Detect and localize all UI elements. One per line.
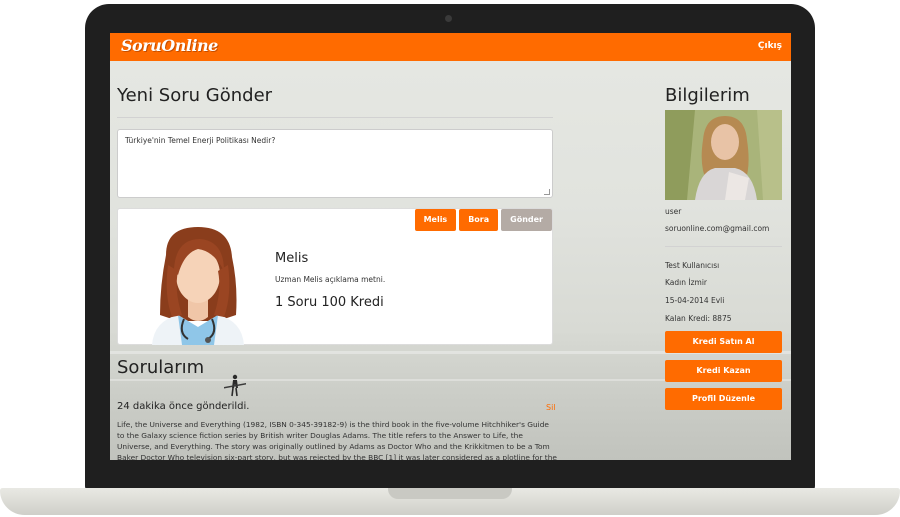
expert-price: 1 Soru 100 Kredi xyxy=(275,295,384,310)
background-surfer xyxy=(224,374,246,397)
buy-credit-button[interactable]: Kredi Satın Al xyxy=(665,331,782,353)
earn-credit-button[interactable]: Kredi Kazan xyxy=(665,360,782,382)
expert-avatar xyxy=(152,227,244,345)
top-navbar: SoruOnline Çıkış xyxy=(110,33,791,61)
my-questions-title: Sorularım xyxy=(117,357,205,378)
site-logo[interactable]: SoruOnline xyxy=(121,36,218,55)
profile-title: Bilgilerim xyxy=(665,85,750,106)
delete-question-link[interactable]: Sil xyxy=(546,403,556,412)
question-body: Life, the Universe and Everything (1982,… xyxy=(117,420,557,460)
question-text: Türkiye'nin Temel Enerji Politikası Nedi… xyxy=(125,136,276,145)
expert-name: Melis xyxy=(275,251,309,266)
profile-email: soruonline.com@gmail.com xyxy=(665,224,770,233)
profile-gender-city: Kadın İzmir xyxy=(665,278,707,287)
new-question-title: Yeni Soru Gönder xyxy=(117,85,273,106)
profile-photo xyxy=(665,110,782,200)
logout-link[interactable]: Çıkış xyxy=(758,41,782,51)
profile-username: user xyxy=(665,207,682,216)
resize-handle-icon[interactable] xyxy=(544,189,550,195)
expert-card: Melis Bora Gönder Melis Uzman Melis açık… xyxy=(117,208,553,345)
camera-icon xyxy=(445,15,452,22)
laptop-notch xyxy=(388,488,512,499)
edit-profile-button[interactable]: Profil Düzenle xyxy=(665,388,782,410)
expert-button-group: Melis Bora Gönder xyxy=(414,209,552,231)
expert-description: Uzman Melis açıklama metni. xyxy=(275,275,386,284)
profile-birth-marital: 15-04-2014 Evli xyxy=(665,296,725,305)
profile-credit: Kalan Kredi: 8875 xyxy=(665,314,732,323)
profile-full-name: Test Kullanıcısı xyxy=(665,261,720,270)
question-textarea[interactable]: Türkiye'nin Temel Enerji Politikası Nedi… xyxy=(117,129,553,198)
divider xyxy=(665,246,782,247)
send-button[interactable]: Gönder xyxy=(501,209,552,231)
divider xyxy=(117,117,553,118)
screen: SoruOnline Çıkış Yeni Soru Gönder Türkiy… xyxy=(110,33,791,460)
expert-tab-melis[interactable]: Melis xyxy=(414,209,457,231)
expert-tab-bora[interactable]: Bora xyxy=(459,209,499,231)
question-time: 24 dakika önce gönderildi. xyxy=(117,401,250,412)
